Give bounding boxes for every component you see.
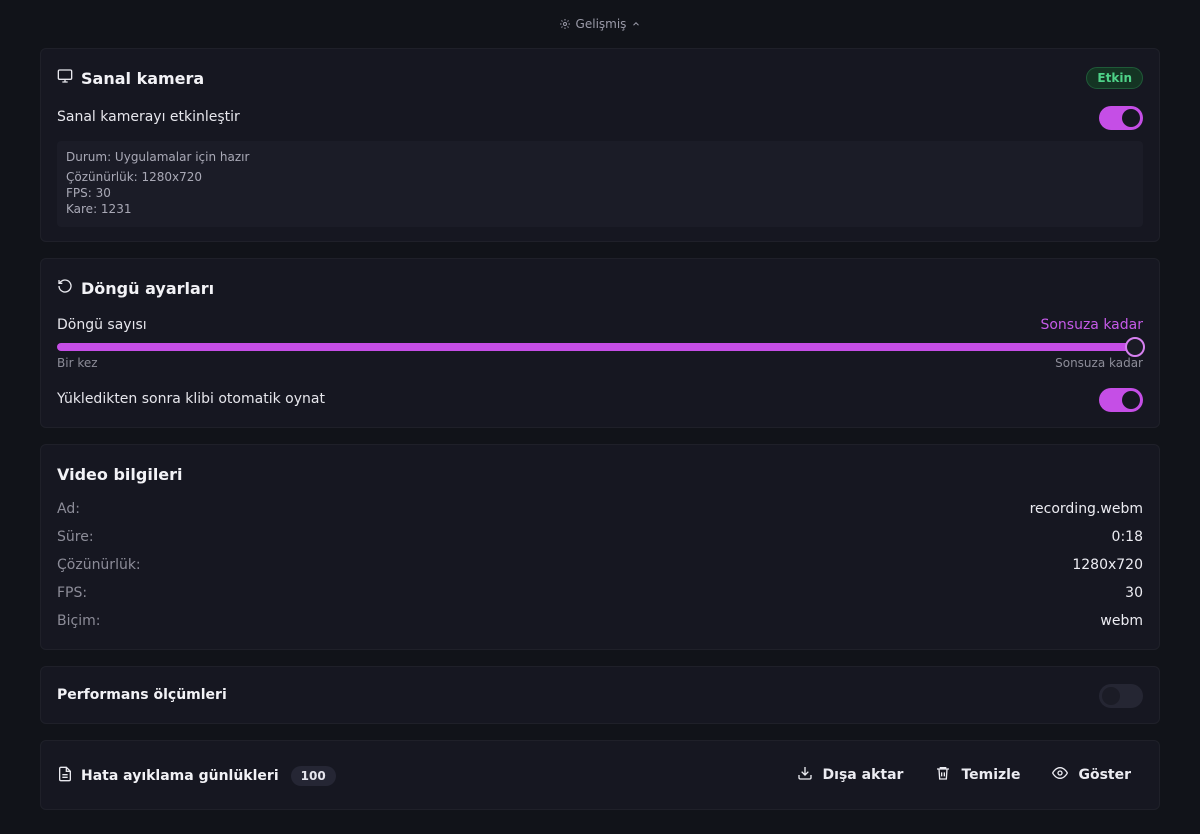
camera-status-panel: Durum: Uygulamalar için hazır Çözünürlük… (57, 141, 1143, 227)
file-text-icon (57, 766, 73, 786)
debug-logs-title-text: Hata ayıklama günlükleri (81, 768, 279, 784)
loop-count-label: Döngü sayısı (57, 317, 147, 333)
info-row-fps: FPS: 30 (57, 585, 1143, 601)
rotate-icon (57, 278, 73, 298)
info-value: 30 (1125, 585, 1143, 601)
status-badge: Etkin (1086, 67, 1143, 89)
virtual-camera-title-text: Sanal kamera (81, 68, 205, 88)
loop-settings-title: Döngü ayarları (57, 278, 214, 298)
info-row-duration: Süre: 0:18 (57, 529, 1143, 545)
slider-min-label: Bir kez (57, 356, 98, 370)
info-value: 0:18 (1111, 529, 1143, 545)
status-frame: Kare: 1231 (66, 202, 132, 216)
slider-max-label: Sonsuza kadar (1055, 356, 1143, 370)
info-key: Çözünürlük: (57, 557, 141, 573)
export-label: Dışa aktar (822, 767, 904, 783)
info-row-format: Biçim: webm (57, 613, 1143, 629)
toggle-knob (1122, 109, 1140, 127)
log-count-badge: 100 (290, 766, 336, 786)
info-value: 1280x720 (1072, 557, 1143, 573)
gear-icon (559, 18, 571, 30)
info-key: Süre: (57, 529, 94, 545)
chevron-up-icon (631, 19, 641, 29)
loop-count-slider[interactable] (57, 343, 1143, 351)
loop-count-value: Sonsuza kadar (1040, 317, 1143, 333)
virtual-camera-title: Sanal kamera (57, 68, 204, 88)
video-info-card: Video bilgileri Ad: recording.webm Süre:… (40, 444, 1160, 650)
monitor-icon (57, 68, 73, 88)
export-button[interactable]: Dışa aktar (785, 763, 916, 787)
advanced-label: Gelişmiş (575, 17, 627, 31)
autoplay-toggle[interactable] (1099, 388, 1143, 412)
virtual-camera-toggle[interactable] (1099, 106, 1143, 130)
status-state: Durum: Uygulamalar için hazır (66, 150, 250, 164)
info-row-name: Ad: recording.webm (57, 501, 1143, 517)
loop-settings-card: Döngü ayarları Döngü sayısı Sonsuza kada… (40, 258, 1160, 428)
download-icon (797, 765, 813, 785)
trash-icon (935, 765, 951, 785)
clear-button[interactable]: Temizle (923, 763, 1032, 787)
debug-logs-title: Hata ayıklama günlükleri 100 (57, 766, 336, 786)
info-value: webm (1100, 613, 1143, 629)
show-button[interactable]: Göster (1040, 763, 1143, 787)
info-row-resolution: Çözünürlük: 1280x720 (57, 557, 1143, 573)
info-key: Ad: (57, 501, 80, 517)
toggle-knob (1122, 391, 1140, 409)
show-label: Göster (1078, 767, 1131, 783)
eye-icon (1052, 765, 1069, 785)
virtual-camera-card: Sanal kamera Etkin Sanal kamerayı etkinl… (40, 48, 1160, 242)
info-key: Biçim: (57, 613, 101, 629)
virtual-camera-toggle-label: Sanal kamerayı etkinleştir (57, 109, 240, 125)
loop-settings-title-text: Döngü ayarları (81, 278, 215, 298)
clear-label: Temizle (961, 767, 1021, 783)
advanced-toggle[interactable]: Gelişmiş (0, 14, 1200, 34)
toggle-knob (1102, 687, 1120, 705)
debug-logs-card: Hata ayıklama günlükleri 100 Dışa aktar … (40, 740, 1160, 810)
info-value: recording.webm (1029, 501, 1143, 517)
performance-card: Performans ölçümleri (40, 666, 1160, 724)
status-fps: FPS: 30 (66, 186, 111, 200)
slider-thumb[interactable] (1125, 337, 1145, 357)
video-info-title: Video bilgileri (57, 464, 183, 484)
info-key: FPS: (57, 585, 88, 601)
status-resolution: Çözünürlük: 1280x720 (66, 170, 203, 184)
performance-title: Performans ölçümleri (57, 687, 227, 703)
performance-toggle[interactable] (1099, 684, 1143, 708)
autoplay-label: Yükledikten sonra klibi otomatik oynat (57, 391, 325, 407)
